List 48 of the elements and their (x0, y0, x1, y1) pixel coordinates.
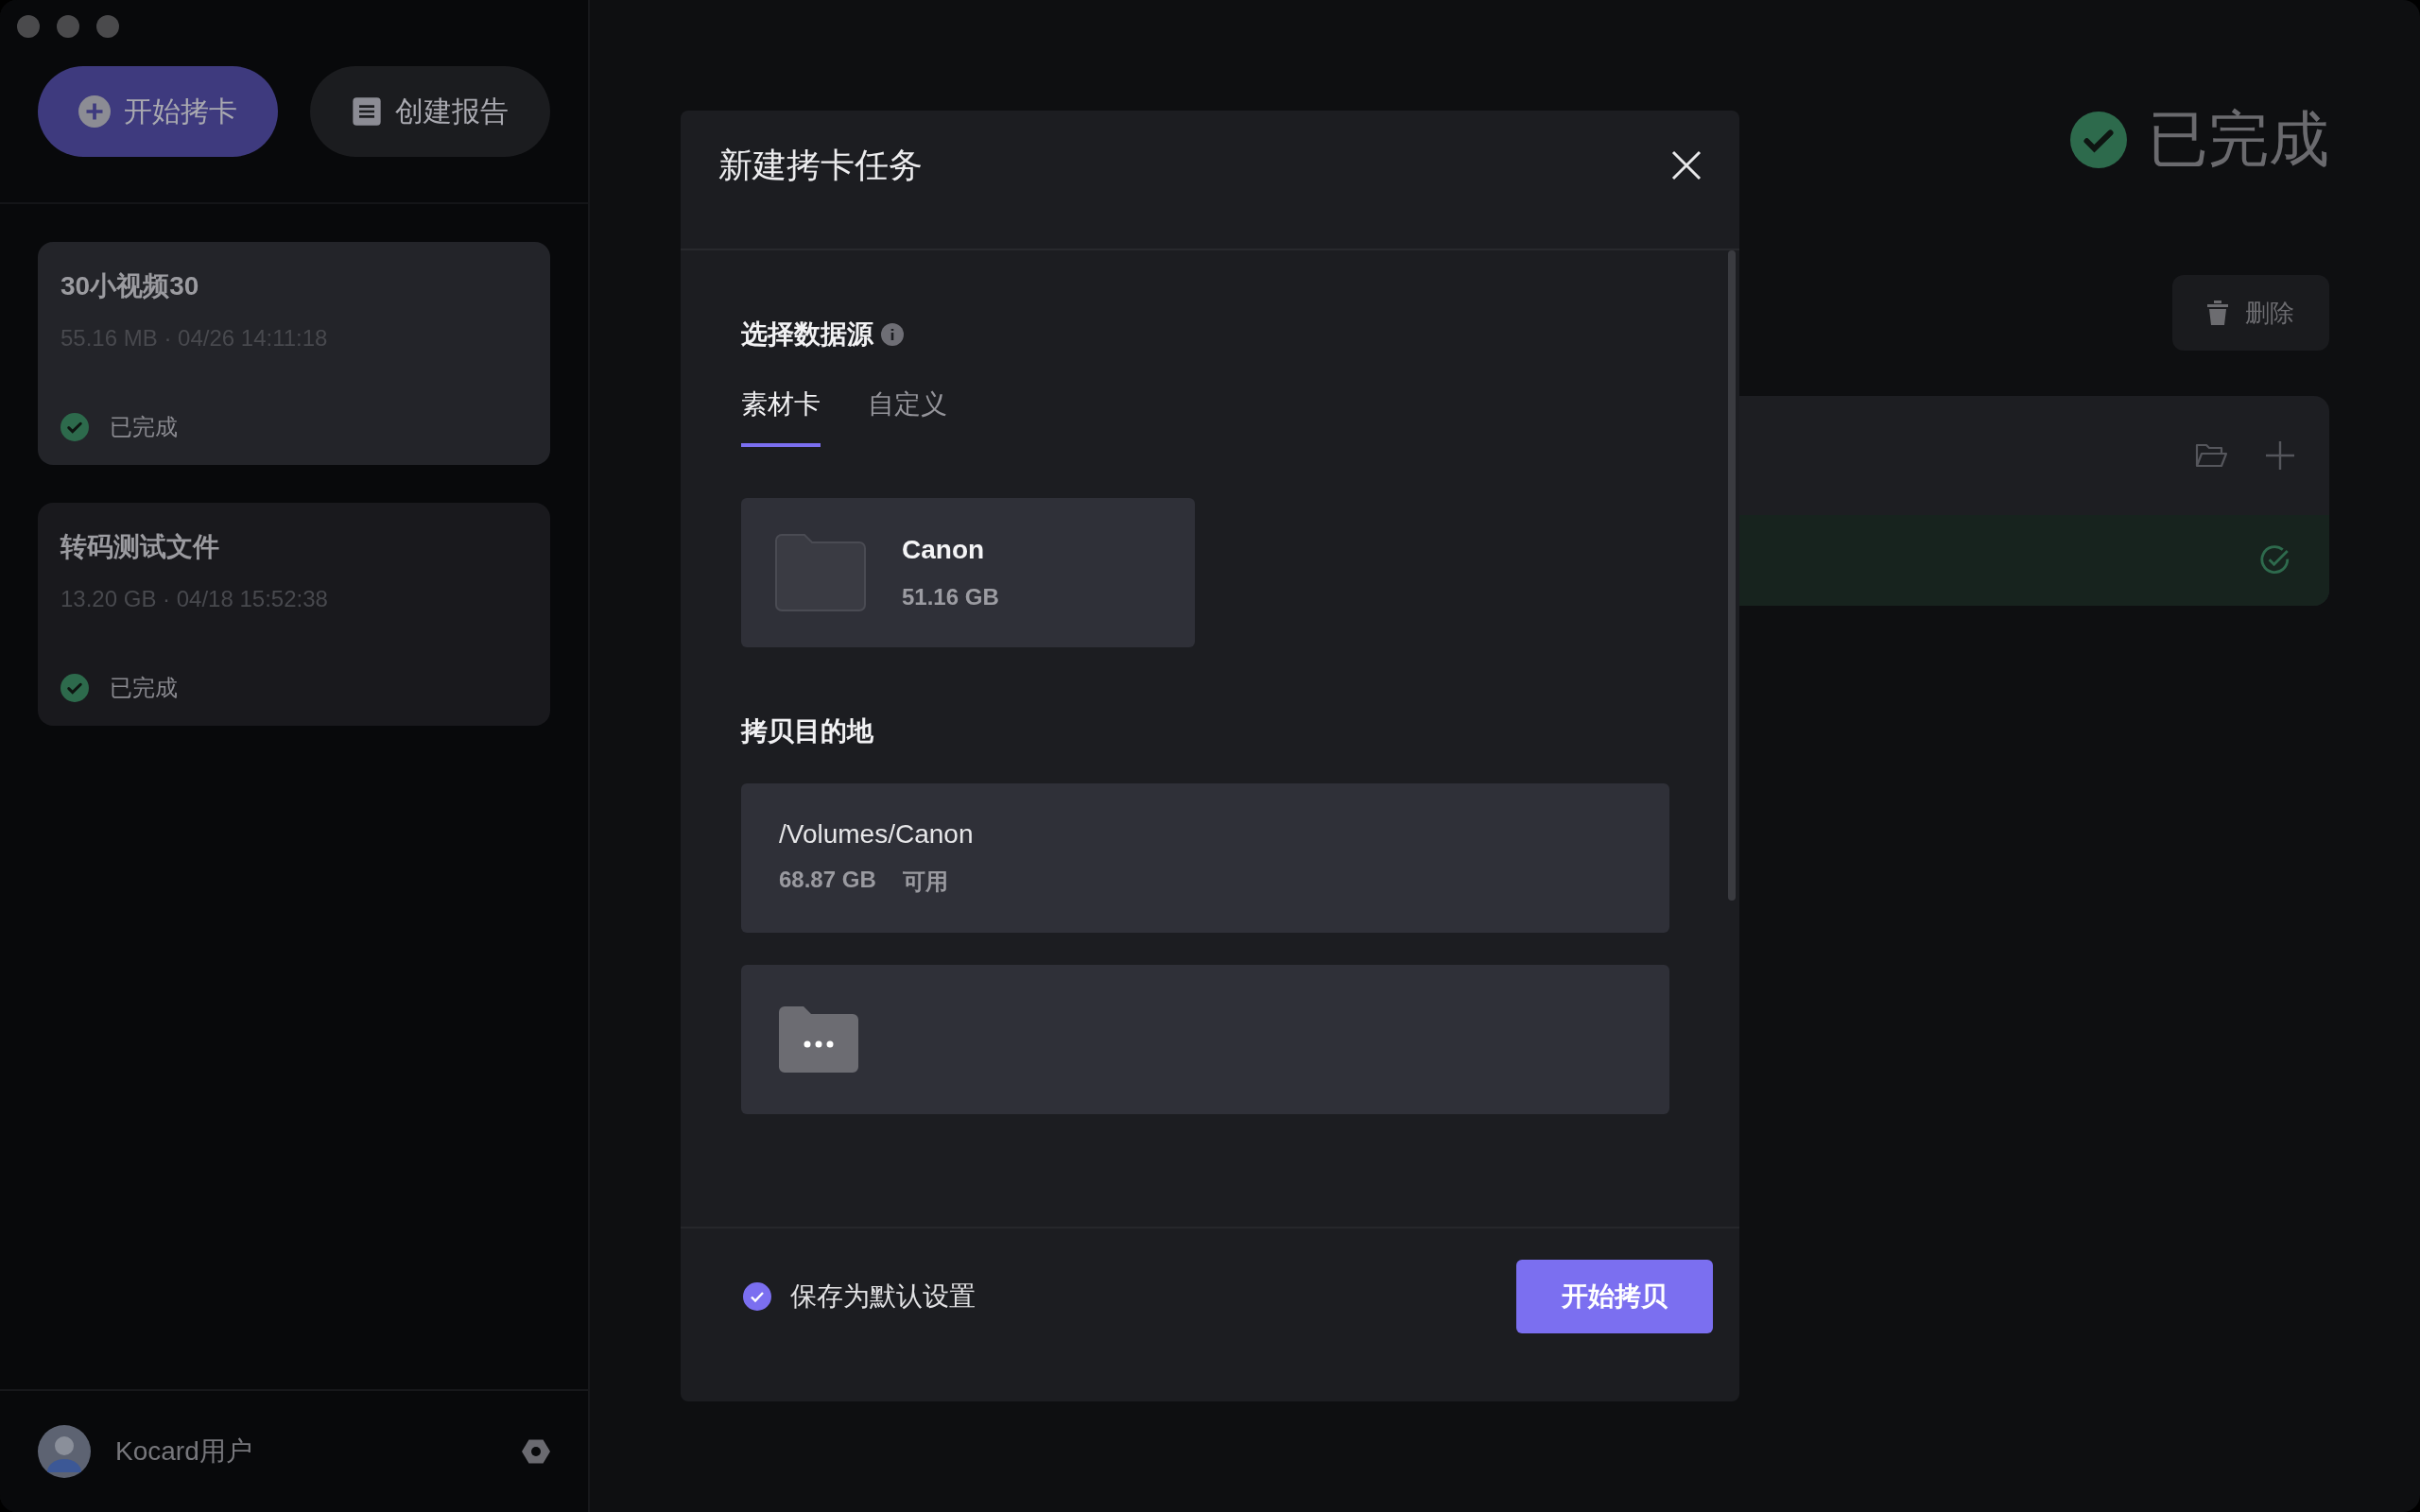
window-close-control[interactable] (17, 15, 40, 38)
info-icon[interactable] (881, 323, 904, 346)
avatar-icon (38, 1425, 91, 1478)
task-status: 已完成 (110, 674, 178, 702)
user-name: Kocard用户 (115, 1435, 253, 1468)
task-status: 已完成 (110, 413, 178, 441)
free-space: 68.87 GB (779, 867, 876, 894)
trash-icon (2207, 301, 2228, 325)
open-folder-button[interactable] (2195, 442, 2227, 469)
window-minimize-control[interactable] (57, 15, 79, 38)
add-button[interactable] (2265, 440, 2295, 471)
browse-folder-card[interactable] (741, 965, 1669, 1114)
plus-icon (2265, 440, 2295, 471)
folder-more-icon (779, 1005, 858, 1074)
free-label: 可用 (902, 868, 948, 896)
save-default-checkbox[interactable] (743, 1281, 771, 1311)
check-circle-icon (2070, 111, 2127, 168)
source-card[interactable]: Canon 51.16 GB (741, 498, 1195, 647)
start-copy-button[interactable]: 开始拷贝 (1516, 1259, 1713, 1333)
section-label: 拷贝目的地 (741, 715, 873, 747)
plus-circle-icon (78, 95, 111, 128)
task-title: 转码测试文件 (60, 531, 220, 563)
check-circle-icon (60, 674, 89, 702)
dialog-title: 新建拷卡任务 (718, 144, 923, 186)
window-zoom-control[interactable] (96, 15, 119, 38)
settings-button[interactable] (522, 1437, 550, 1466)
settings-icon (522, 1437, 550, 1466)
check-circle-icon (2259, 544, 2291, 576)
source-name: Canon (902, 535, 986, 565)
close-button[interactable] (1671, 150, 1702, 180)
checkbox-label: 保存为默认设置 (790, 1280, 976, 1313)
destination-path: /Volumes/Canon (779, 819, 975, 850)
section-label: 选择数据源 (741, 318, 873, 351)
source-tab[interactable]: 素材卡 (741, 387, 821, 447)
delete-button[interactable]: 删除 (2172, 275, 2329, 351)
scrollbar-thumb[interactable] (1728, 250, 1736, 901)
start-copy-button[interactable]: 开始拷卡 (38, 66, 278, 157)
check-circle-icon (60, 413, 89, 441)
folder-icon (775, 533, 866, 612)
create-report-button[interactable]: 创建报告 (310, 66, 550, 157)
close-icon (1671, 150, 1702, 180)
destination-card[interactable]: /Volumes/Canon 68.87 GB 可用 (741, 783, 1669, 933)
document-icon (352, 96, 382, 127)
source-tab[interactable]: 自定义 (868, 387, 947, 447)
task-title: 30小视频30 (60, 270, 200, 302)
task-status: 已完成 (2148, 104, 2329, 175)
source-size: 51.16 GB (902, 584, 999, 610)
folder-icon (2195, 442, 2227, 469)
